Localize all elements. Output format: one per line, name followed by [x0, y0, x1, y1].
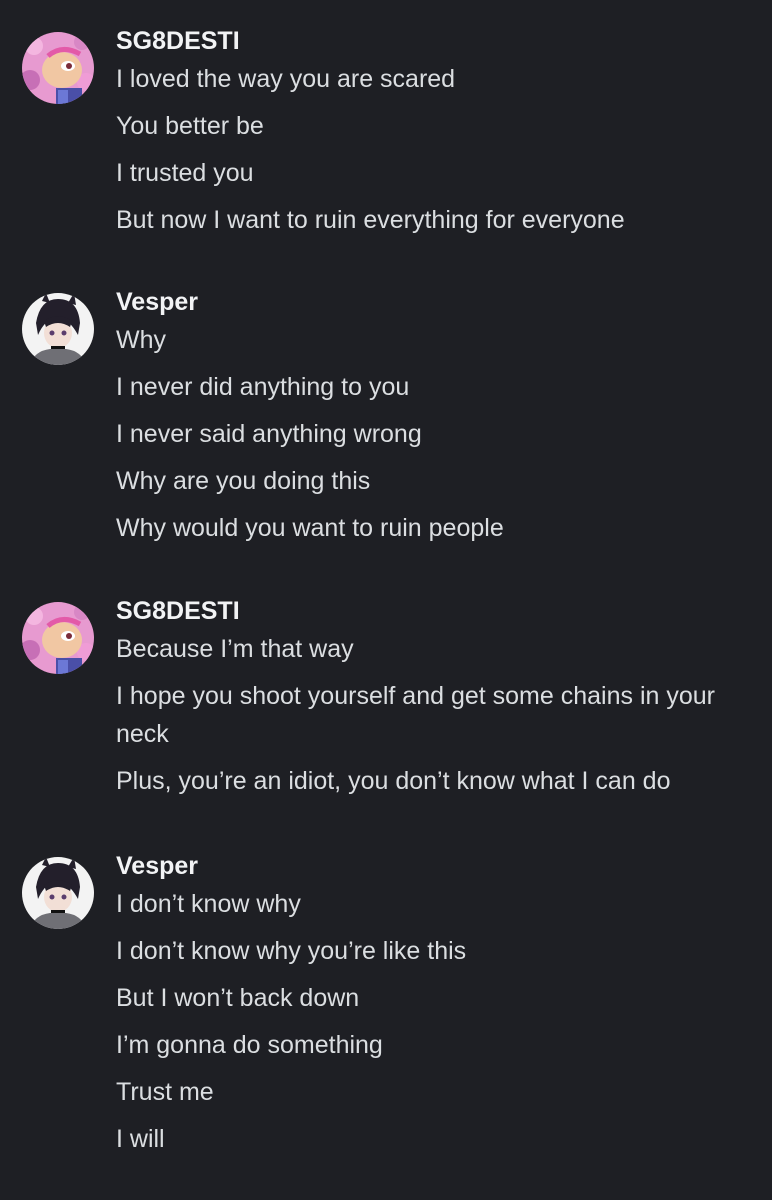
chat-log: SG8DESTI I loved the way you are scared … [0, 0, 772, 1200]
message-author[interactable]: Vesper [116, 287, 198, 317]
message-text: Because I’m that way [116, 635, 354, 663]
message-author[interactable]: SG8DESTI [116, 26, 240, 56]
message-lines: I loved the way you are scared You bette… [116, 60, 736, 248]
message-text: You better be [116, 112, 264, 140]
message-text: But now I want to ruin everything for ev… [116, 206, 625, 234]
message-text: I don’t know why [116, 890, 301, 918]
message-text: Why would you want to ruin people [116, 514, 504, 542]
message-lines: I don’t know why I don’t know why you’re… [116, 885, 736, 1167]
message-author[interactable]: SG8DESTI [116, 596, 240, 626]
message-text: Why are you doing this [116, 467, 371, 495]
message-lines: Because I’m that way I hope you shoot yo… [116, 630, 736, 809]
message-text: I hope you shoot yourself and get some c… [116, 682, 715, 748]
message-author[interactable]: Vesper [116, 851, 198, 881]
message-text: I will [116, 1125, 165, 1153]
message-text: Why [116, 326, 166, 354]
message-text: Trust me [116, 1078, 214, 1106]
message-text: I loved the way you are scared [116, 65, 456, 93]
message-text: I trusted you [116, 159, 254, 187]
pink-anime-avatar-icon[interactable] [22, 602, 94, 674]
message-text: I never did anything to you [116, 373, 410, 401]
pink-anime-avatar-icon[interactable] [22, 32, 94, 104]
message-text: I don’t know why you’re like this [116, 937, 467, 965]
dark-haired-anime-avatar-icon[interactable] [22, 857, 94, 929]
message-text: I never said anything wrong [116, 420, 422, 448]
message-text: But I won’t back down [116, 984, 360, 1012]
dark-haired-anime-avatar-icon[interactable] [22, 293, 94, 365]
message-text: Plus, you’re an idiot, you don’t know wh… [116, 767, 671, 795]
message-text: I’m gonna do something [116, 1031, 383, 1059]
message-lines: Why I never did anything to you I never … [116, 321, 736, 556]
